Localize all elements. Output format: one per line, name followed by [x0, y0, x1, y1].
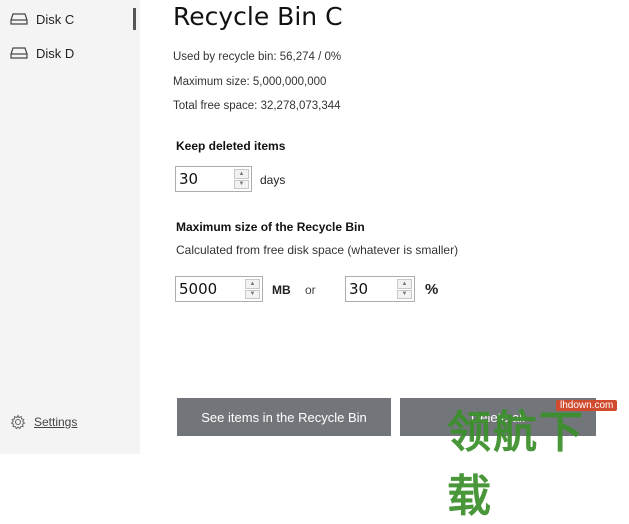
max-percent-stepper[interactable]: ▲ ▼ — [345, 276, 415, 302]
sidebar-item-label: Disk C — [36, 11, 75, 27]
spin-down-button[interactable]: ▼ — [234, 179, 249, 189]
spin-down-button[interactable]: ▼ — [397, 289, 412, 299]
sidebar-item-disk-d[interactable]: Disk D — [10, 42, 74, 64]
see-items-button[interactable]: See items in the Recycle Bin — [177, 398, 391, 436]
settings-label: Settings — [34, 415, 78, 429]
used-by-recycle-bin: Used by recycle bin: 56,274 / 0% — [173, 51, 342, 63]
delete-all-button[interactable]: Delete all — [400, 398, 596, 436]
keep-deleted-heading: Keep deleted items — [176, 139, 286, 153]
spin-up-button[interactable]: ▲ — [397, 279, 412, 289]
spin-up-button[interactable]: ▲ — [234, 169, 249, 179]
max-mb-stepper[interactable]: ▲ ▼ — [175, 276, 263, 302]
or-label: or — [305, 283, 316, 297]
max-mb-input[interactable] — [176, 277, 245, 301]
sidebar-item-label: Disk D — [36, 45, 75, 61]
keep-days-stepper[interactable]: ▲ ▼ — [175, 166, 252, 192]
spin-down-button[interactable]: ▼ — [245, 289, 260, 299]
spin-up-button[interactable]: ▲ — [245, 279, 260, 289]
max-size-subtitle: Calculated from free disk space (whateve… — [176, 243, 459, 257]
active-indicator — [133, 8, 136, 30]
sidebar: Disk C Disk D Settings — [0, 0, 140, 454]
gear-icon — [10, 414, 26, 430]
total-free-space: Total free space: 32,278,073,344 — [173, 100, 341, 112]
drive-icon — [10, 47, 28, 59]
mb-unit-label: MB — [272, 283, 291, 297]
days-unit-label: days — [260, 173, 286, 187]
sidebar-item-disk-c[interactable]: Disk C — [10, 8, 74, 30]
maximum-size: Maximum size: 5,000,000,000 — [173, 76, 327, 88]
keep-days-input[interactable] — [176, 167, 234, 191]
max-size-heading: Maximum size of the Recycle Bin — [176, 220, 365, 234]
drive-icon — [10, 13, 28, 25]
percent-unit-label: % — [425, 281, 439, 298]
settings-link[interactable]: Settings — [10, 414, 77, 430]
page-title: Recycle Bin C — [173, 2, 343, 31]
max-percent-input[interactable] — [346, 277, 397, 301]
